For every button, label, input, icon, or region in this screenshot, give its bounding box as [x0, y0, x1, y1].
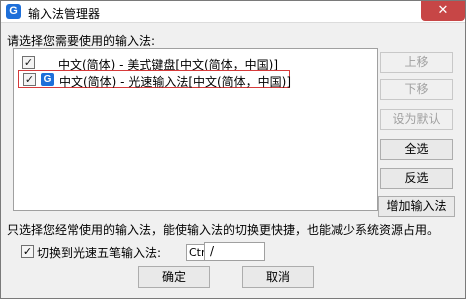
- cancel-button[interactable]: 取消: [242, 266, 314, 288]
- invert-selection-button[interactable]: 反选: [380, 168, 453, 189]
- hotkey-key-input[interactable]: /: [204, 242, 265, 261]
- select-all-button[interactable]: 全选: [380, 139, 453, 160]
- list-item-label: 中文(简体) - 光速输入法[中文(简体，中国)]: [59, 75, 292, 89]
- app-icon: G: [6, 4, 21, 19]
- add-ime-button[interactable]: 增加输入法: [378, 196, 455, 217]
- ok-button[interactable]: 确定: [138, 266, 210, 288]
- ime-list: ✓ 中文(简体) - 美式键盘[中文(简体，中国)] ✓ G 中文(简体) - …: [13, 48, 378, 211]
- checkbox[interactable]: ✓: [23, 73, 36, 86]
- move-up-button[interactable]: 上移: [380, 52, 453, 73]
- guangsu-ime-icon: G: [41, 73, 54, 86]
- hint-text: 只选择您经常使用的输入法，能使输入法的切换更快捷，也能减少系统资源占用。: [7, 223, 440, 237]
- checkbox[interactable]: ✓: [22, 56, 35, 69]
- close-button[interactable]: ✕: [421, 1, 465, 21]
- list-item-selected[interactable]: ✓ G 中文(简体) - 光速输入法[中文(简体，中国)]: [18, 70, 292, 89]
- title-bar[interactable]: G 输入法管理器 ✕: [1, 1, 465, 23]
- move-down-button[interactable]: 下移: [380, 79, 453, 100]
- switch-checkbox[interactable]: ✓: [21, 245, 34, 258]
- list-label: 请选择您需要使用的输入法:: [7, 34, 156, 48]
- switch-label: 切换到光速五笔输入法:: [37, 246, 162, 260]
- ime-manager-window: G 输入法管理器 ✕ 请选择您需要使用的输入法: ✓ 中文(简体) - 美式键盘…: [0, 0, 466, 299]
- set-default-button[interactable]: 设为默认: [380, 109, 453, 130]
- window-title: 输入法管理器: [28, 7, 101, 21]
